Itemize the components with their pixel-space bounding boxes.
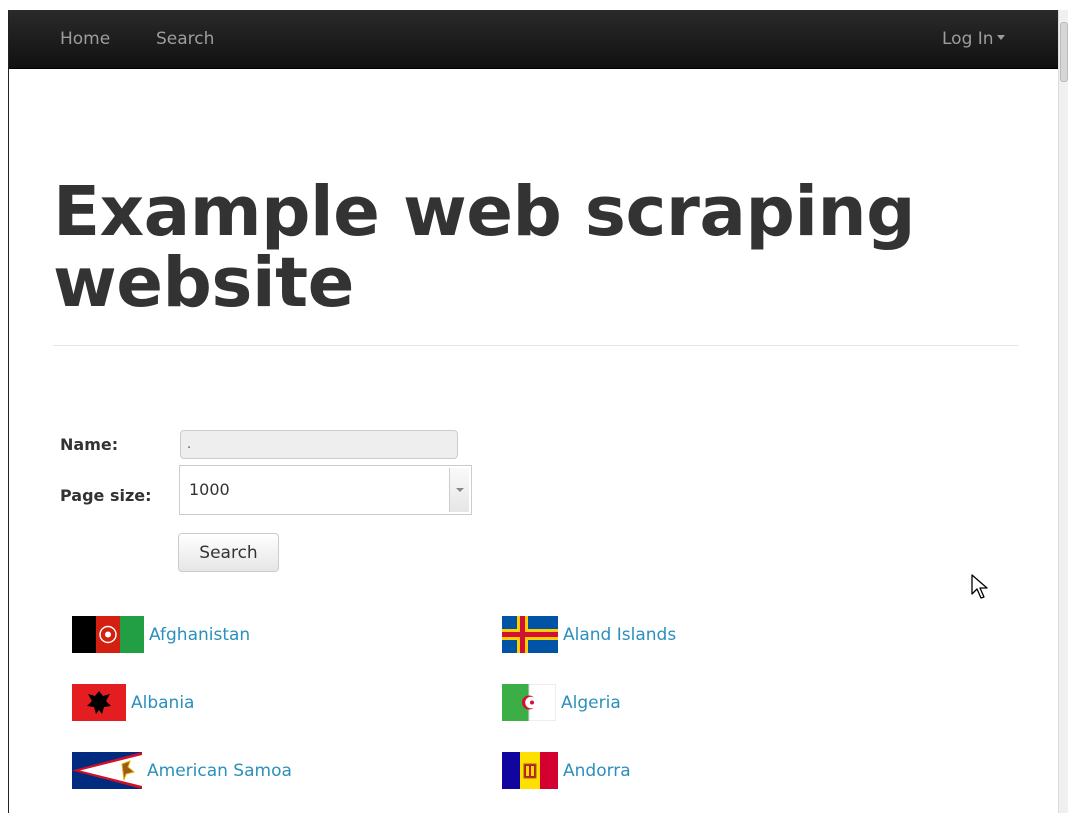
country-item-albania[interactable]: Albania (72, 684, 194, 721)
scrollbar-thumb[interactable] (1060, 22, 1068, 82)
name-input[interactable]: . (180, 430, 458, 459)
american-samoa-flag-icon (72, 752, 142, 789)
country-link[interactable]: Andorra (563, 761, 631, 781)
navbar: Home Search Log In (9, 10, 1058, 69)
nav-login-dropdown[interactable]: Log In (942, 29, 1005, 49)
page-size-value: 1000 (189, 480, 230, 499)
afghanistan-flag-icon (72, 616, 144, 653)
vertical-scrollbar[interactable] (1058, 10, 1068, 813)
country-item-algeria[interactable]: Algeria (502, 684, 621, 721)
country-link[interactable]: American Samoa (147, 761, 292, 781)
country-link[interactable]: Albania (131, 693, 194, 713)
browser-viewport: Home Search Log In Example web scraping … (8, 10, 1058, 813)
search-button[interactable]: Search (178, 533, 279, 572)
country-link[interactable]: Afghanistan (149, 625, 250, 645)
nav-search-link[interactable]: Search (156, 29, 214, 49)
country-link[interactable]: Aland Islands (563, 625, 676, 645)
country-item-aland-islands[interactable]: Aland Islands (502, 616, 676, 653)
mouse-cursor-icon (971, 574, 988, 599)
select-arrow-icon[interactable] (449, 468, 469, 512)
divider (53, 345, 1018, 346)
name-label: Name: (60, 435, 119, 454)
page-size-select[interactable]: 1000 (179, 465, 472, 515)
country-item-afghanistan[interactable]: Afghanistan (72, 616, 250, 653)
country-link[interactable]: Algeria (561, 693, 621, 713)
aland-islands-flag-icon (502, 616, 558, 653)
page-size-label: Page size: (60, 486, 152, 505)
nav-login-label: Log In (942, 29, 994, 49)
albania-flag-icon (72, 684, 126, 721)
country-item-american-samoa[interactable]: American Samoa (72, 752, 292, 789)
andorra-flag-icon (502, 752, 558, 789)
algeria-flag-icon (502, 684, 556, 721)
caret-down-icon (996, 34, 1005, 40)
page-title: Example web scraping website (53, 172, 916, 323)
nav-home-link[interactable]: Home (60, 29, 110, 49)
country-item-andorra[interactable]: Andorra (502, 752, 631, 789)
